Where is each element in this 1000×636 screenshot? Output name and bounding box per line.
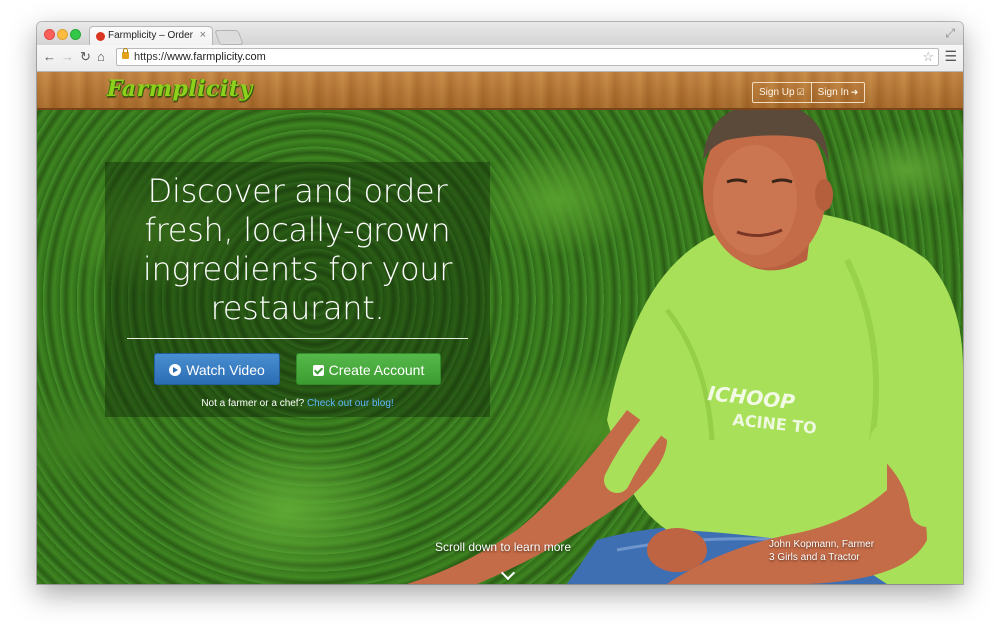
tab-strip: Farmplicity – Order Fresh... × ⤢ [37,22,963,45]
watch-video-label: Watch Video [186,362,265,378]
lock-icon [122,48,129,59]
logo-text: Farmplicity [107,76,253,102]
check-square-icon: ☑ [796,87,805,97]
favicon-icon [96,32,105,41]
hero-panel: Discover and order fresh, locally-grown … [105,162,490,417]
check-square-icon [312,365,324,376]
create-account-button[interactable]: Create Account [296,353,441,385]
browser-toolbar: ← → ↻ ⌂ https://www.farmplicity.com ☆ ☰ [37,45,963,72]
url-host: www.farmplicity.com [167,51,266,63]
hero-section: ICHOOP ACINE TO Discover and order fresh… [37,110,963,584]
play-circle-icon [169,364,182,376]
divider [127,338,468,339]
hamburger-menu-icon[interactable]: ☰ [944,49,957,63]
url-text: https://www.farmplicity.com [134,51,266,63]
home-icon[interactable]: ⌂ [97,50,105,64]
browser-tab[interactable]: Farmplicity – Order Fresh... × [89,26,213,45]
site-logo[interactable]: Farmplicity [107,76,253,102]
forward-arrow-icon[interactable]: → [61,50,74,64]
new-tab-button[interactable] [214,30,244,45]
site-header: Farmplicity Sign Up ☑ Sign In ➜ [37,72,963,110]
watch-video-button[interactable]: Watch Video [154,353,280,385]
close-icon[interactable]: × [200,29,206,41]
sign-up-label: Sign Up [759,87,795,98]
sign-in-label: Sign In [817,87,849,98]
hero-subline: Not a farmer or a chef? Check out our bl… [105,398,490,409]
reload-icon[interactable]: ↻ [80,50,91,64]
create-account-label: Create Account [328,362,425,378]
url-scheme: https:// [134,51,168,63]
sign-up-button[interactable]: Sign Up ☑ [753,83,811,102]
hero-headline: Discover and order fresh, locally-grown … [142,172,453,327]
caption-farm: 3 Girls and a Tractor [769,552,860,563]
scroll-hint: Scroll down to learn more [435,540,572,554]
zoom-window-button[interactable] [70,29,81,40]
address-bar[interactable]: https://www.farmplicity.com ☆ [116,48,939,66]
photo-caption: John Kopmann, Farmer 3 Girls and a Tract… [769,538,874,564]
auth-button-group: Sign Up ☑ Sign In ➜ [752,82,866,103]
blog-link[interactable]: Check out our blog! [307,398,394,409]
subline-text: Not a farmer or a chef? [201,398,305,409]
close-window-button[interactable] [44,29,55,40]
sign-in-icon: ➜ [850,87,859,97]
star-icon[interactable]: ☆ [922,49,934,65]
back-arrow-icon[interactable]: ← [43,50,56,64]
browser-window: Farmplicity – Order Fresh... × ⤢ ← → ↻ ⌂… [37,22,963,584]
sign-in-button[interactable]: Sign In ➜ [810,83,865,102]
tab-title: Farmplicity – Order Fresh... [108,30,196,41]
fullscreen-icon[interactable]: ⤢ [945,26,955,41]
caption-name: John Kopmann, Farmer [769,539,875,550]
minimize-window-button[interactable] [57,29,68,40]
